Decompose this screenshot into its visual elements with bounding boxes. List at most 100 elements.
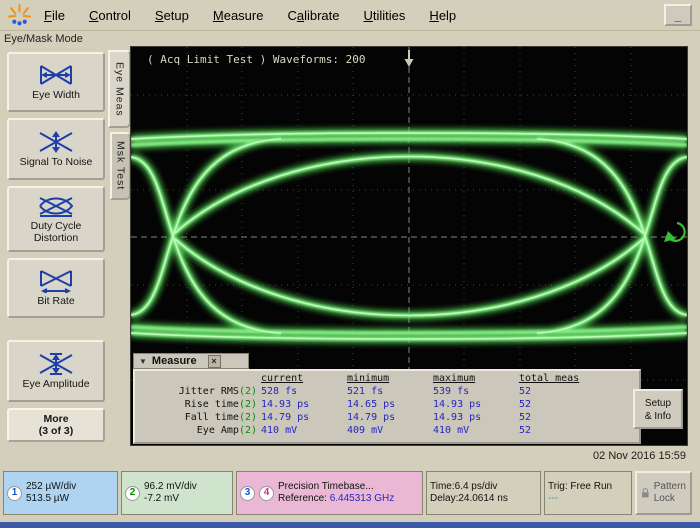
menu-help[interactable]: Help — [429, 8, 456, 23]
eyeamp-total: 52 — [517, 424, 607, 437]
time-per-div: Time:6.4 ps/div — [430, 481, 508, 493]
menu-control[interactable]: Control — [89, 8, 131, 23]
channel3-number-badge: 3 — [240, 486, 255, 501]
measure-header-row: current minimum maximum total meas — [137, 372, 607, 385]
channel1-scale: 252 µW/div — [26, 481, 76, 493]
close-icon[interactable]: × — [208, 355, 221, 368]
signal-to-noise-icon — [36, 130, 76, 154]
duty-cycle-distortion-button[interactable]: Duty Cycle Distortion — [7, 186, 105, 252]
rise-maximum: 14.93 ps — [431, 398, 517, 411]
eye-amplitude-button[interactable]: Eye Amplitude — [7, 340, 105, 402]
delay-value: Delay:24.0614 ns — [430, 493, 508, 505]
pattern-lock-button[interactable]: Pattern Lock — [635, 471, 692, 515]
rise-current: 14.93 ps — [259, 398, 345, 411]
jitter-maximum: 539 fs — [431, 385, 517, 398]
channel1-number-badge: 1 — [7, 486, 22, 501]
rise-minimum: 14.65 ps — [345, 398, 431, 411]
trigger-detail: --- — [548, 493, 612, 505]
setup-info-button[interactable]: Setup & Info — [633, 389, 683, 429]
table-row: Eye Amp(2) 410 mV 409 mV 410 mV 52 — [137, 424, 607, 437]
signal-to-noise-label: Signal To Noise — [20, 157, 93, 169]
measure-table: current minimum maximum total meas Jitte… — [137, 372, 607, 437]
trigger-status[interactable]: Trig: Free Run --- — [544, 471, 632, 515]
timebase-title: Precision Timebase... — [278, 481, 394, 493]
collapse-icon[interactable]: ▼ — [139, 357, 147, 366]
reference-value: 6.445313 GHz — [330, 493, 395, 504]
eyeamp-maximum: 410 mV — [431, 424, 517, 437]
rise-total: 52 — [517, 398, 607, 411]
bit-rate-label: Bit Rate — [37, 296, 74, 308]
tab-msk-test[interactable]: Msk Test — [110, 132, 131, 200]
tab-eye-meas[interactable]: Eye Meas — [108, 50, 131, 128]
menu-bar: File Control Setup Measure Calibrate Uti… — [0, 0, 700, 31]
col-minimum: minimum — [345, 372, 431, 385]
trigger-mode: Trig: Free Run — [548, 481, 612, 493]
eye-amplitude-icon — [36, 352, 76, 376]
agilent-spark-logo-icon — [7, 3, 32, 28]
eyeamp-minimum: 409 mV — [345, 424, 431, 437]
menu-utilities[interactable]: Utilities — [364, 8, 406, 23]
channel2-status[interactable]: 2 96.2 mV/div -7.2 mV — [121, 471, 233, 515]
jitter-total: 52 — [517, 385, 607, 398]
menu-calibrate[interactable]: Calibrate — [287, 8, 339, 23]
duty-cycle-distortion-label: Duty Cycle Distortion — [11, 221, 101, 244]
pattern-lock-line1: Pattern — [654, 481, 686, 493]
col-current: current — [259, 372, 345, 385]
trigger-marker-icon — [405, 50, 414, 67]
channel1-offset: 513.5 µW — [26, 493, 76, 505]
row-label: Eye Amp — [197, 425, 239, 436]
channel2-number-badge: 2 — [125, 486, 140, 501]
duty-cycle-distortion-icon — [36, 194, 76, 218]
measure-results: current minimum maximum total meas Jitte… — [133, 369, 641, 444]
channel2-scale: 96.2 mV/div — [144, 481, 197, 493]
minimize-button[interactable]: _ — [664, 4, 692, 26]
datetime-display: 02 Nov 2016 15:59 — [593, 450, 686, 462]
fall-total: 52 — [517, 411, 607, 424]
eye-width-button[interactable]: Eye Width — [7, 52, 105, 112]
acq-limit-status: ( Acq Limit Test ) Waveforms: 200 — [147, 53, 366, 66]
row-channel: (2) — [239, 412, 257, 423]
lock-icon — [641, 486, 650, 500]
bit-rate-button[interactable]: Bit Rate — [7, 258, 105, 318]
tab-msk-test-label: Msk Test — [115, 141, 127, 190]
row-channel: (2) — [239, 425, 257, 436]
col-total-meas: total meas — [517, 372, 607, 385]
mode-label: Eye/Mask Mode — [4, 33, 83, 45]
row-label: Fall time — [185, 412, 239, 423]
pattern-lock-line2: Lock — [654, 493, 686, 505]
table-row: Jitter RMS(2) 528 fs 521 fs 539 fs 52 — [137, 385, 607, 398]
fall-minimum: 14.79 ps — [345, 411, 431, 424]
fall-current: 14.79 ps — [259, 411, 345, 424]
fall-maximum: 14.93 ps — [431, 411, 517, 424]
table-row: Fall time(2) 14.79 ps 14.79 ps 14.93 ps … — [137, 411, 607, 424]
tab-eye-meas-label: Eye Meas — [114, 62, 126, 117]
menu-file[interactable]: File — [44, 8, 65, 23]
menu-measure[interactable]: Measure — [213, 8, 264, 23]
setup-info-line2: & Info — [635, 410, 681, 423]
more-button[interactable]: More (3 of 3) — [7, 408, 105, 442]
eye-width-icon — [36, 63, 76, 87]
scope-display: ( Acq Limit Test ) Waveforms: 200 ▼ Meas… — [130, 46, 688, 446]
marker-return-arrow-icon — [664, 223, 685, 242]
measure-panel-title: Measure — [152, 355, 197, 367]
row-channel: (2) — [239, 399, 257, 410]
setup-info-line1: Setup — [635, 397, 681, 410]
eye-width-label: Eye Width — [32, 90, 80, 102]
measure-panel-tab[interactable]: ▼ Measure × — [133, 353, 249, 369]
row-label: Jitter RMS — [179, 386, 239, 397]
precision-timebase-status[interactable]: 3 4 Precision Timebase... Reference: 6.4… — [236, 471, 423, 515]
reference-label: Reference: — [278, 493, 327, 504]
signal-to-noise-button[interactable]: Signal To Noise — [7, 118, 105, 180]
instrument-window: File Control Setup Measure Calibrate Uti… — [0, 0, 700, 528]
eye-amplitude-label: Eye Amplitude — [22, 379, 89, 391]
jitter-minimum: 521 fs — [345, 385, 431, 398]
channel4-number-badge: 4 — [259, 486, 274, 501]
jitter-current: 528 fs — [259, 385, 345, 398]
menu-setup[interactable]: Setup — [155, 8, 189, 23]
timebase-scale-status[interactable]: Time:6.4 ps/div Delay:24.0614 ns — [426, 471, 541, 515]
more-label: More — [9, 413, 103, 425]
measure-panel: ▼ Measure × current minimum maximum tota… — [133, 353, 641, 444]
bit-rate-icon — [36, 269, 76, 293]
channel1-status[interactable]: 1 252 µW/div 513.5 µW — [3, 471, 118, 515]
eyeamp-current: 410 mV — [259, 424, 345, 437]
